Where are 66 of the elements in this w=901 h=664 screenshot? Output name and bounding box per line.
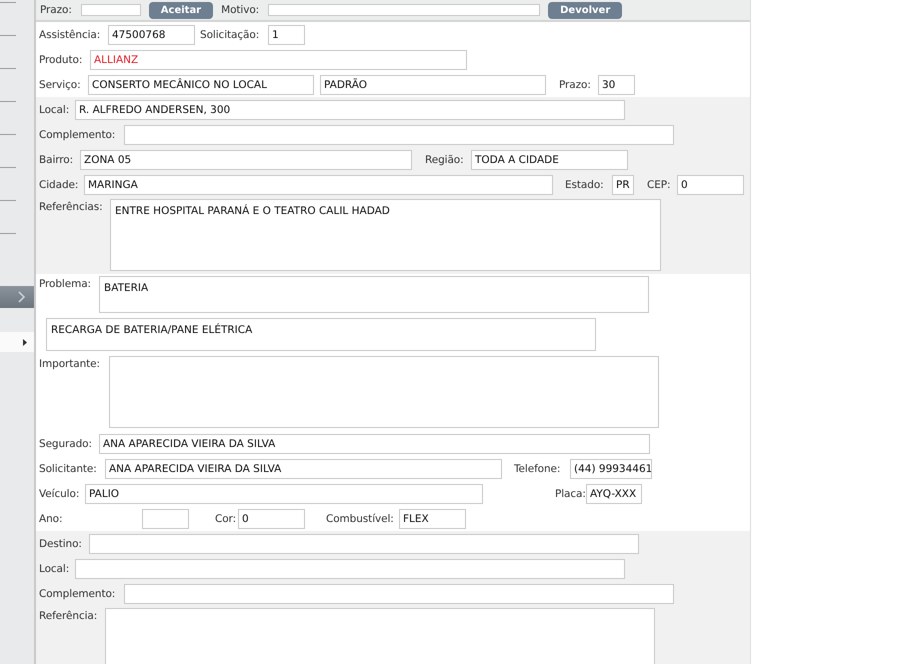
input-field[interactable]: CONSERTO MECÂNICO NO LOCAL xyxy=(88,74,314,94)
field-label: Referências: xyxy=(39,201,104,213)
field-label: Complemento: xyxy=(39,128,116,140)
field-label: Local: xyxy=(39,104,70,116)
input-field[interactable]: ANA APARECIDA VIEIRA DA SILVA xyxy=(105,458,502,478)
field-label: Referência: xyxy=(39,610,98,622)
text-area[interactable]: ENTRE HOSPITAL PARANÁ E O TEATRO CALIL HADAD xyxy=(110,199,661,271)
field-label: Bairro: xyxy=(39,154,74,166)
field-label: Destino: xyxy=(39,538,83,550)
field-label: Local: xyxy=(39,562,70,574)
input-field[interactable] xyxy=(124,584,674,604)
input-field[interactable]: 30 xyxy=(598,74,635,94)
input-field[interactable] xyxy=(75,558,625,578)
input-field[interactable]: ALLIANZ xyxy=(90,50,467,70)
input-field[interactable] xyxy=(80,4,141,16)
field-label: Serviço: xyxy=(39,78,82,90)
field-label: Cidade: xyxy=(39,178,80,190)
action-button[interactable]: Aceitar xyxy=(148,2,214,18)
input-field[interactable]: 0 xyxy=(238,508,305,528)
text-area[interactable] xyxy=(109,356,659,428)
field-label: Motivo: xyxy=(221,4,260,16)
text-area[interactable]: BATERIA xyxy=(99,276,649,313)
field-label: Complemento: xyxy=(39,588,116,600)
sidebar-item[interactable] xyxy=(0,332,34,352)
field-label: Veículo: xyxy=(39,488,80,500)
input-field[interactable]: 1 xyxy=(268,24,305,44)
field-label: Cor: xyxy=(215,512,238,524)
input-field[interactable]: PALIO xyxy=(85,484,483,504)
field-label: Combustível: xyxy=(326,512,395,524)
expand-button[interactable] xyxy=(0,286,34,308)
input-field[interactable]: AYQ-XXX xyxy=(586,484,642,504)
input-field[interactable]: PR xyxy=(612,174,634,194)
field-label: Problema: xyxy=(39,278,92,290)
input-field[interactable] xyxy=(268,4,540,16)
input-field[interactable]: MARINGA xyxy=(84,174,553,194)
chevron-right-icon xyxy=(18,291,26,303)
input-field[interactable]: FLEX xyxy=(399,508,466,528)
input-field[interactable]: ZONA 05 xyxy=(80,150,412,170)
field-label: Assistência: xyxy=(39,28,102,40)
field-label: Telefone: xyxy=(514,462,562,474)
input-field[interactable]: TODA A CIDADE xyxy=(471,150,628,170)
field-label: Produto: xyxy=(39,54,84,66)
field-label: Região: xyxy=(425,154,465,166)
field-label: Importante: xyxy=(39,358,101,370)
field-label: Placa: xyxy=(555,488,587,500)
input-field[interactable]: R. ALFREDO ANDERSEN, 300 xyxy=(75,100,625,120)
text-area[interactable]: RECARGA DE BATERIA/PANE ELÉTRICA xyxy=(46,318,596,351)
field-label: Segurado: xyxy=(39,438,93,450)
input-field[interactable]: ANA APARECIDA VIEIRA DA SILVA xyxy=(99,434,650,454)
input-field[interactable]: 47500768 xyxy=(108,24,195,44)
field-label: Prazo: xyxy=(40,4,73,16)
caret-right-icon xyxy=(23,338,27,346)
field-label: Ano: xyxy=(39,512,64,524)
input-field[interactable]: (44) 99934461 xyxy=(570,458,652,478)
input-field[interactable] xyxy=(89,534,639,554)
field-label: Estado: xyxy=(565,178,605,190)
text-area[interactable] xyxy=(105,608,655,664)
field-label: Solicitação: xyxy=(200,28,260,40)
field-label: Prazo: xyxy=(559,78,592,90)
input-field[interactable]: 0 xyxy=(677,174,744,194)
input-field[interactable] xyxy=(124,124,674,144)
input-field[interactable]: PADRÃO xyxy=(320,74,546,94)
field-label: Solicitante: xyxy=(39,462,98,474)
action-button[interactable]: Devolver xyxy=(548,2,622,18)
field-label: CEP: xyxy=(647,178,672,190)
input-field[interactable] xyxy=(142,508,189,528)
